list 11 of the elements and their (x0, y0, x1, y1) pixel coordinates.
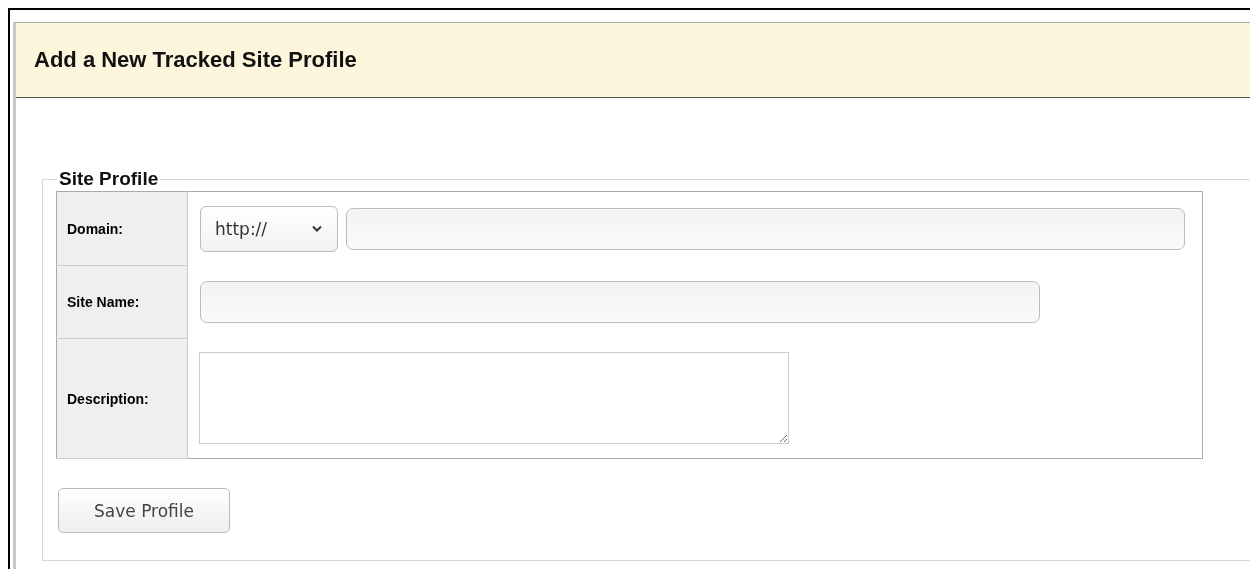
page-title: Add a New Tracked Site Profile (34, 47, 357, 73)
fieldset-legend: Site Profile (57, 168, 161, 190)
field-label: Site Name: (56, 265, 188, 339)
site-name-input[interactable] (200, 281, 1040, 323)
field-label: Domain: (56, 191, 188, 266)
chevron-down-icon (311, 224, 323, 233)
field-label: Description: (56, 338, 188, 459)
save-profile-button[interactable]: Save Profile (58, 488, 230, 533)
protocol-dropdown[interactable]: http:// (200, 205, 338, 252)
domain-input[interactable] (346, 207, 1185, 250)
description-textarea[interactable] (199, 352, 789, 445)
